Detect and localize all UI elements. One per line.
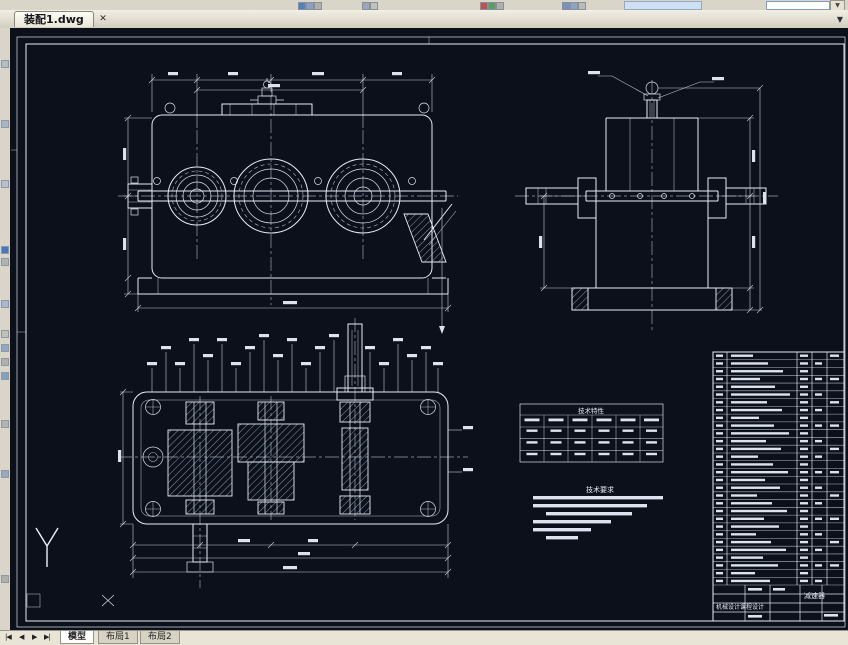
output-shaft-side [707,177,767,219]
cad-drawing: 机械设计课程设计 减速器 技术特性 技术要求 [11,36,846,628]
tech-spec-table: 技术特性 [519,403,664,463]
crosshair-cursor [101,594,115,607]
toolbar-icon[interactable] [1,180,9,188]
tab-model[interactable]: 模型 [60,631,95,644]
tab-layout1[interactable]: 布局1 [98,631,138,644]
toolbar-icon[interactable] [1,358,9,366]
first-sheet-button[interactable]: |◀ [5,633,12,641]
tab-list-dropdown-icon[interactable]: ▼ [837,15,843,24]
toolbar-icon-green[interactable] [488,2,496,10]
tech-spec-title: 技术特性 [578,406,605,415]
lifting-lug [164,102,176,114]
toolbar-icon[interactable] [306,2,314,10]
prev-sheet-button[interactable]: ◀ [19,633,24,641]
toolbar-icon[interactable] [570,2,578,10]
intermediate-shaft-plan [237,401,305,515]
toolbar-icon[interactable] [298,2,306,10]
toolbar-icon[interactable] [578,2,586,10]
toolbar-icon[interactable] [362,2,370,10]
toolbar-icon[interactable] [1,258,9,266]
model-space-canvas[interactable]: 机械设计课程设计 减速器 技术特性 技术要求 [10,28,848,630]
toolbar-icon[interactable] [370,2,378,10]
toolbar-icon[interactable] [1,372,9,380]
tech-requirements-note: 技术要求 [533,485,663,540]
toolbar-icon[interactable] [1,470,9,478]
toolbar-icon-red[interactable] [480,2,488,10]
toolbar-icon[interactable] [1,330,9,338]
title-block-project: 机械设计课程设计 [716,603,764,611]
lifting-lug [418,102,430,114]
toolbar-icon[interactable] [314,2,322,10]
toolbar-icon[interactable] [1,575,9,583]
section-view [132,323,449,573]
toolbar-icon[interactable] [1,300,9,308]
tab-close-icon[interactable]: ✕ [97,13,109,25]
toolbar-icon[interactable] [1,344,9,352]
document-tab[interactable]: 装配1.dwg [14,11,94,27]
toolbar-docked-panel [624,1,702,10]
toolbar-icon[interactable] [1,120,9,128]
toolbar-icon[interactable] [496,2,504,10]
document-tab-bar: 装配1.dwg ✕ ▼ [0,10,848,29]
toolbar-icon[interactable] [1,420,9,428]
parts-list-table: 机械设计课程设计 减速器 [712,351,845,622]
tech-req-title: 技术要求 [586,485,614,494]
toolbar-icon[interactable] [562,2,570,10]
toolbar-combobox[interactable] [766,1,830,10]
front-view [127,78,457,334]
next-sheet-button[interactable]: ▶ [32,633,37,641]
title-block-part-name: 减速器 [804,591,825,600]
status-bar: |◀ ◀ ▶ ▶| 模型 布局1 布局2 [0,630,848,645]
last-sheet-button[interactable]: ▶| [44,633,51,641]
tab-layout2[interactable]: 布局2 [140,631,180,644]
toolbar-icon[interactable] [1,246,9,254]
toolbar-icon[interactable] [1,60,9,68]
ucs-icon [35,527,59,567]
oil-dipstick [403,203,457,263]
